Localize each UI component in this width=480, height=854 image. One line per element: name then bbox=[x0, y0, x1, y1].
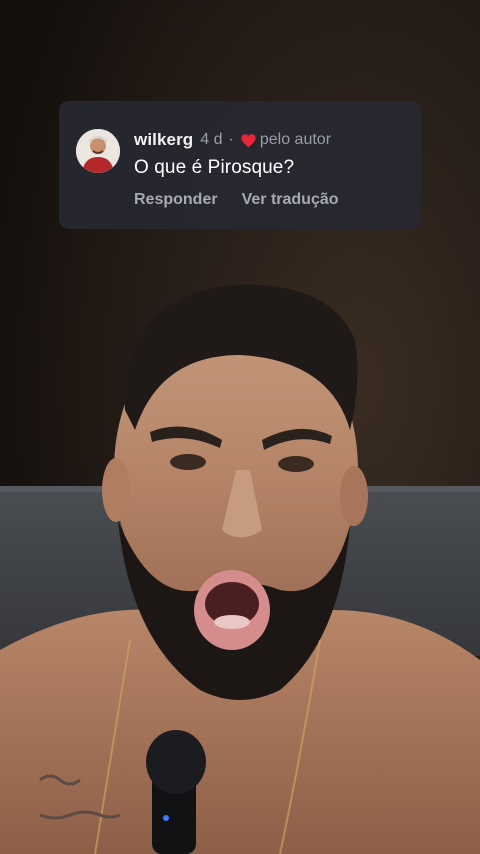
separator-dot: · bbox=[228, 131, 234, 148]
comment-actions: Responder Ver tradução bbox=[134, 191, 339, 209]
comment-username[interactable]: wilkerg bbox=[134, 130, 193, 150]
translate-button[interactable]: Ver tradução bbox=[242, 191, 339, 209]
avatar[interactable] bbox=[76, 129, 120, 173]
comment-age: 4 d bbox=[200, 131, 223, 148]
liked-by-author-label: pelo autor bbox=[259, 131, 332, 148]
heart-icon bbox=[241, 133, 256, 147]
comment-header: wilkerg 4 d · pelo autor bbox=[134, 130, 331, 150]
comment-reply-card[interactable]: wilkerg 4 d · pelo autor O que é Pirosqu… bbox=[59, 101, 421, 229]
reply-button[interactable]: Responder bbox=[134, 191, 218, 209]
video-screen[interactable]: wilkerg 4 d · pelo autor O que é Pirosqu… bbox=[0, 0, 480, 854]
comment-text: O que é Pirosque? bbox=[134, 157, 295, 178]
